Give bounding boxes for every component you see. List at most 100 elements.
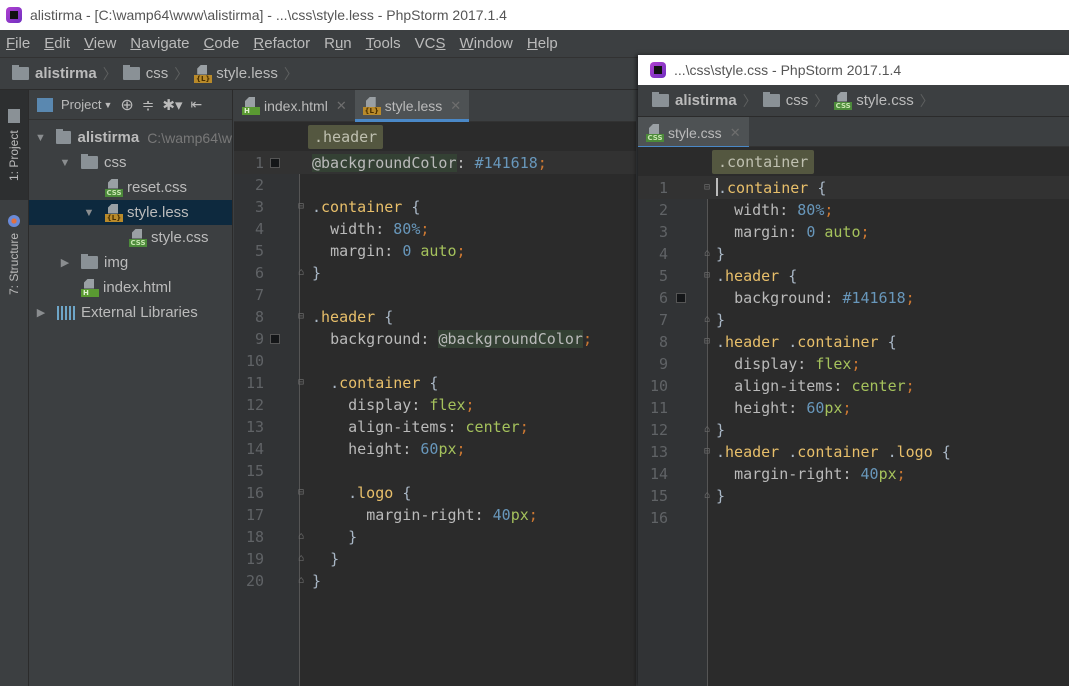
project-view-dropdown[interactable]: Project (61, 97, 101, 112)
menu-file[interactable]: File (6, 35, 30, 52)
tab-index-html[interactable]: Hindex.html ✕ (234, 90, 355, 122)
tree-item-alistirma[interactable]: ▼ alistirma C:\wamp64\w (29, 125, 232, 150)
navigation-bar: alistirma 〉 css 〉 CSS style.css 〉 (638, 85, 1069, 117)
tree-item-style-less[interactable]: ▼ {L} style.less (29, 200, 232, 225)
menu-edit[interactable]: Edit (44, 35, 70, 52)
fold-end-icon[interactable]: ⌂ (298, 526, 304, 548)
menu-view[interactable]: View (84, 35, 116, 52)
code-line: 12 ⌂} (638, 419, 1069, 441)
tree-item-reset-css[interactable]: CSS reset.css (29, 175, 232, 200)
breadcrumb-file[interactable]: CSS style.css (834, 91, 914, 110)
tree-item-css[interactable]: ▼ css (29, 150, 232, 175)
code-text: width: 80%; (330, 220, 430, 238)
menu-vcs[interactable]: VCS (415, 35, 446, 52)
project-toolbar: Project ▼ ⊕ ≑ ✱▾ ⇤ (29, 90, 232, 120)
tree-item-index-html[interactable]: Hindex.html (29, 275, 232, 300)
tree-item-label: style.css (151, 229, 209, 246)
tool-window-structure[interactable]: 7: Structure (0, 205, 28, 305)
breadcrumb-file[interactable]: {L} style.less (194, 64, 278, 83)
code-editor[interactable]: 1 ⊟ .container {2 width: 80%; 3 margin: 0 a… (638, 177, 1069, 686)
menu-run[interactable]: Run (324, 35, 352, 52)
line-number: 11 (649, 399, 668, 417)
code-line: 1 @backgroundColor: #141618; (234, 152, 636, 174)
code-line: 9 display: flex; (638, 353, 1069, 375)
fold-end-icon[interactable]: ⌂ (704, 419, 710, 441)
fold-start-icon[interactable]: ⊟ (298, 306, 304, 328)
locate-icon[interactable]: ⊕ (120, 95, 133, 115)
fold-end-icon[interactable]: ⌂ (298, 570, 304, 592)
expanded-arrow-icon[interactable]: ▼ (83, 207, 95, 219)
editor-less: Hindex.html ✕ {L} style.less ✕ .header 1 @bac… (234, 90, 636, 686)
gear-icon[interactable]: ✱▾ (162, 96, 182, 114)
code-text: margin: 0 auto; (734, 223, 870, 241)
line-number: 5 (658, 267, 668, 285)
code-text: } (348, 528, 358, 546)
tool-window-project[interactable]: 1: Project (0, 90, 28, 200)
code-line: 3 ⊟ .container { (234, 196, 636, 218)
breadcrumb-project[interactable]: alistirma (652, 92, 737, 109)
menu-mnemonic: N (130, 35, 142, 52)
close-icon[interactable]: ✕ (730, 125, 741, 141)
hide-panel-icon[interactable]: ⇤ (190, 96, 202, 113)
html-file-icon: H (242, 97, 260, 115)
color-swatch-icon[interactable] (270, 334, 280, 344)
code-text: margin: 0 auto; (330, 242, 466, 260)
code-line: 4 width: 80%; (234, 218, 636, 240)
code-text: } (312, 572, 322, 590)
menu-window[interactable]: Window (460, 35, 513, 52)
fold-start-icon[interactable]: ⊟ (704, 265, 710, 287)
code-line: 19 ⌂ } (234, 548, 636, 570)
fold-start-icon[interactable]: ⊟ (298, 482, 304, 504)
color-swatch-icon[interactable] (270, 158, 280, 168)
menu-refactor[interactable]: Refactor (253, 35, 310, 52)
collapse-all-icon[interactable]: ≑ (142, 96, 155, 114)
project-view-icon (37, 97, 53, 112)
code-breadcrumb-chip[interactable]: .container (712, 150, 815, 174)
line-number: 15 (245, 462, 264, 480)
fold-end-icon[interactable]: ⌂ (298, 262, 304, 284)
chevron-down-icon[interactable]: ▼ (103, 100, 112, 110)
tab-style-less[interactable]: {L} style.less ✕ (354, 90, 470, 122)
code-text: height: 60px; (348, 440, 466, 458)
project-panel: Project ▼ ⊕ ≑ ✱▾ ⇤ ▼ alistirma C:\wamp64\w… (29, 90, 233, 686)
tree-item-external-libraries[interactable]: ▶ External Libraries (29, 300, 232, 325)
color-swatch-icon[interactable] (676, 293, 686, 303)
tree-item-img[interactable]: ▶ img (29, 250, 232, 275)
code-text: @backgroundColor: #141618; (312, 154, 547, 172)
fold-start-icon[interactable]: ⊟ (298, 196, 304, 218)
fold-end-icon[interactable]: ⌂ (704, 309, 710, 331)
menu-label-rest: avigate (141, 35, 190, 52)
line-number: 15 (649, 487, 668, 505)
breadcrumb-css[interactable]: css (122, 65, 168, 82)
fold-start-icon[interactable]: ⊟ (704, 331, 710, 353)
fold-end-icon[interactable]: ⌂ (298, 548, 304, 570)
breadcrumb-css[interactable]: css (762, 92, 808, 109)
collapsed-arrow-icon[interactable]: ▶ (35, 306, 47, 319)
collapsed-arrow-icon[interactable]: ▶ (59, 256, 71, 269)
css-file-icon: CSS (129, 228, 147, 247)
code-editor[interactable]: 1 @backgroundColor: #141618; 2 3 ⊟ .container… (234, 152, 636, 686)
code-breadcrumb-chip[interactable]: .header (308, 125, 384, 149)
menu-tools[interactable]: Tools (366, 35, 401, 52)
tab-style-css[interactable]: CSS style.css ✕ (638, 117, 749, 149)
fold-end-icon[interactable]: ⌂ (704, 243, 710, 265)
tree-item-style-css[interactable]: CSS style.css (29, 225, 232, 250)
menu-help[interactable]: Help (527, 35, 558, 52)
breadcrumb-project[interactable]: alistirma (12, 65, 97, 82)
title-bar: ...\css\style.css - PhpStorm 2017.1.4 (638, 55, 1069, 85)
fold-start-icon[interactable]: ⊟ (704, 441, 710, 463)
line-number: 19 (245, 550, 264, 568)
fold-start-icon[interactable]: ⊟ (298, 372, 304, 394)
fold-start-icon[interactable]: ⊟ (704, 177, 710, 199)
expanded-arrow-icon[interactable]: ▼ (35, 132, 46, 144)
less-file-icon: {L} (105, 203, 123, 222)
close-icon[interactable]: ✕ (336, 98, 347, 114)
menu-code[interactable]: Code (204, 35, 240, 52)
folder-icon (8, 108, 20, 123)
menu-navigate[interactable]: Navigate (130, 35, 189, 52)
close-icon[interactable]: ✕ (450, 98, 461, 114)
code-line: 16 (638, 507, 1069, 529)
menu-mnemonic: T (365, 35, 374, 52)
expanded-arrow-icon[interactable]: ▼ (59, 157, 71, 169)
fold-end-icon[interactable]: ⌂ (704, 485, 710, 507)
